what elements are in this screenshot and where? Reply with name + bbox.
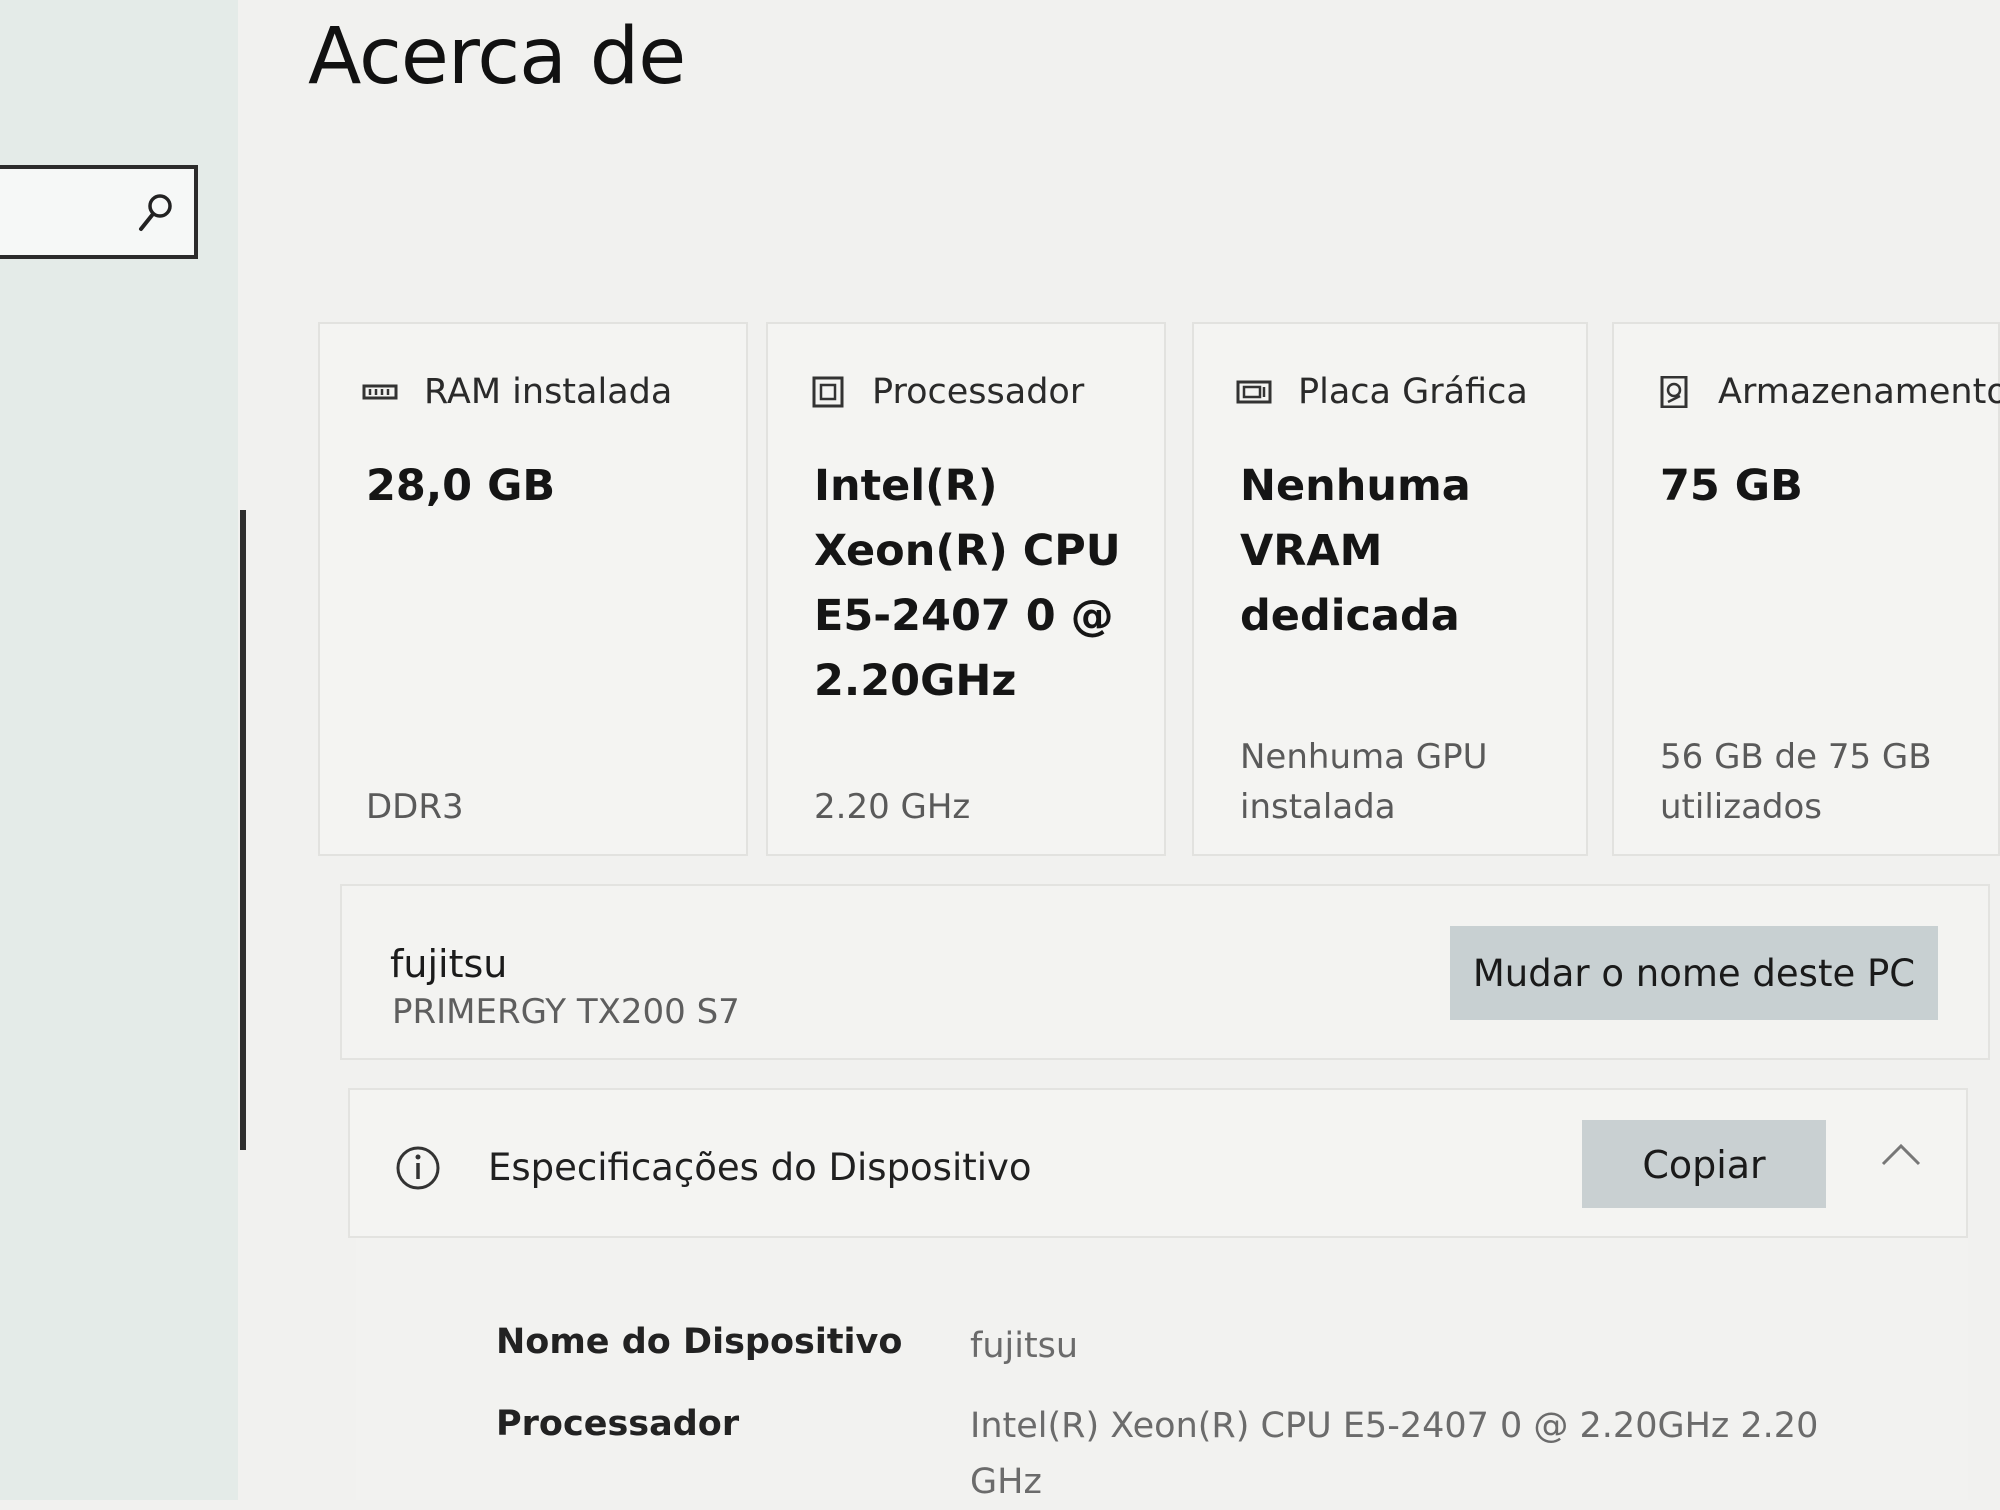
storage-icon bbox=[1660, 376, 1688, 408]
storage-label: Armazenamento bbox=[1718, 372, 2000, 412]
storage-usage: 56 GB de 75 GB utilizados bbox=[1660, 737, 1932, 827]
processor-icon bbox=[812, 376, 844, 408]
processor-label: Processador bbox=[872, 372, 1085, 412]
graphics-card: Placa Gráfica Nenhuma VRAM dedicada Nenh… bbox=[1192, 322, 1588, 856]
graphics-value: Nenhuma VRAM dedicada bbox=[1240, 461, 1471, 641]
chevron-up-icon[interactable] bbox=[1880, 1142, 1922, 1168]
storage-card: Armazenamento 75 GB 56 GB de 75 GB utili… bbox=[1612, 322, 2000, 856]
ram-type: DDR3 bbox=[366, 787, 464, 827]
device-name: fujitsu bbox=[390, 942, 508, 986]
scrollbar[interactable] bbox=[240, 510, 246, 1150]
device-specs-header[interactable]: Especificações do Dispositivo Copiar bbox=[348, 1088, 1968, 1238]
graphics-label: Placa Gráfica bbox=[1298, 372, 1528, 412]
device-specs-body: Nome do Dispositivo fujitsu Processador … bbox=[356, 1238, 1968, 1502]
processor-speed: 2.20 GHz bbox=[814, 787, 971, 827]
graphics-status: Nenhuma GPU instalada bbox=[1240, 737, 1488, 827]
sidebar bbox=[0, 0, 238, 1500]
spec-value-device-name: fujitsu bbox=[970, 1326, 1079, 1366]
storage-value: 75 GB bbox=[1660, 461, 1803, 511]
memory-icon bbox=[362, 384, 398, 400]
spec-value-processor: Intel(R) Xeon(R) CPU E5-2407 0 @ 2.20GHz… bbox=[970, 1406, 1819, 1502]
spec-label-processor: Processador bbox=[496, 1404, 740, 1444]
device-model: PRIMERGY TX200 S7 bbox=[392, 992, 740, 1032]
ram-card: RAM instalada 28,0 GB DDR3 bbox=[318, 322, 748, 856]
copy-button[interactable]: Copiar bbox=[1582, 1120, 1826, 1208]
ram-value: 28,0 GB bbox=[366, 461, 556, 511]
rename-pc-button[interactable]: Mudar o nome deste PC bbox=[1450, 926, 1938, 1020]
processor-card: Processador Intel(R) Xeon(R) CPU E5-2407… bbox=[766, 322, 1166, 856]
info-icon bbox=[396, 1146, 440, 1190]
ram-label: RAM instalada bbox=[424, 372, 673, 412]
device-specs-title: Especificações do Dispositivo bbox=[488, 1146, 1032, 1189]
page-title: Acerca de bbox=[308, 12, 686, 102]
graphics-card-icon bbox=[1236, 380, 1272, 404]
spec-label-device-name: Nome do Dispositivo bbox=[496, 1322, 903, 1362]
search-icon[interactable] bbox=[136, 191, 176, 235]
search-input[interactable] bbox=[0, 165, 198, 259]
processor-value: Intel(R) Xeon(R) CPU E5-2407 0 @ 2.20GHz bbox=[814, 461, 1121, 706]
device-rename-bar: fujitsu PRIMERGY TX200 S7 Mudar o nome d… bbox=[340, 884, 1990, 1060]
